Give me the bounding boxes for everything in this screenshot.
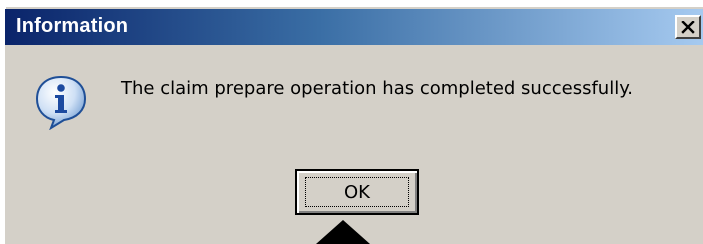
title-bar[interactable]: Information [5, 9, 703, 45]
ok-button-label: OK [344, 181, 370, 203]
dialog-body: The claim prepare operation has complete… [5, 45, 703, 244]
close-button[interactable] [675, 15, 701, 39]
close-icon [681, 20, 695, 34]
focus-rectangle: OK [305, 177, 409, 207]
dialog-title: Information [16, 15, 129, 37]
ok-button[interactable]: OK [295, 169, 419, 215]
dialog-message: The claim prepare operation has complete… [121, 78, 634, 99]
information-icon [35, 75, 87, 130]
up-arrow-icon [316, 220, 370, 244]
